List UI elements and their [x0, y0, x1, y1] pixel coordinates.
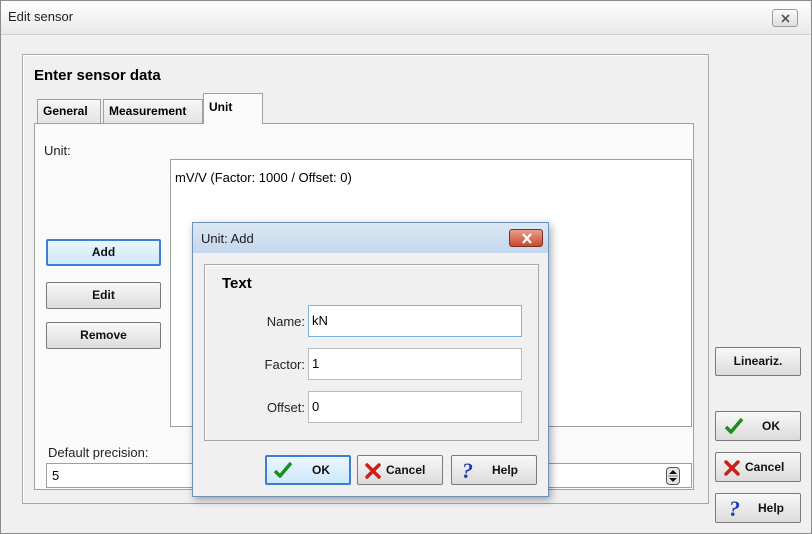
group-title: Text: [222, 275, 252, 292]
name-label: Name:: [266, 314, 305, 329]
tab-general[interactable]: General: [37, 99, 101, 123]
window-close-button[interactable]: [772, 9, 798, 27]
add-button[interactable]: Add: [46, 239, 161, 266]
close-icon: [781, 14, 790, 23]
dialog-cancel-label: Cancel: [386, 463, 426, 477]
factor-field[interactable]: 1: [308, 348, 522, 380]
dialog-help-label: Help: [492, 463, 519, 477]
checkmark-icon: [273, 461, 293, 482]
dialog-help-button[interactable]: ? Help: [451, 455, 537, 485]
close-icon: [522, 233, 532, 244]
help-button-label: Help: [758, 501, 785, 515]
panel-heading: Enter sensor data: [34, 67, 161, 84]
question-mark-icon: ?: [728, 496, 742, 522]
list-item[interactable]: mV/V (Factor: 1000 / Offset: 0): [175, 170, 352, 185]
checkmark-icon: [724, 417, 744, 438]
dialog-ok-label: OK: [312, 463, 330, 477]
precision-label: Default precision:: [48, 445, 149, 460]
tab-measurement[interactable]: Measurement: [103, 99, 203, 123]
stepper-arrows-icon: [668, 470, 678, 482]
edit-button[interactable]: Edit: [46, 282, 161, 309]
dialog-close-button[interactable]: [509, 229, 543, 247]
x-mark-icon: [724, 460, 740, 479]
offset-label: Offset:: [266, 400, 305, 415]
cancel-button[interactable]: Cancel: [715, 452, 801, 482]
question-mark-icon: ?: [461, 458, 475, 484]
x-mark-icon: [365, 463, 381, 482]
window-title: Edit sensor: [8, 9, 74, 24]
name-field[interactable]: kN: [308, 305, 522, 337]
offset-field[interactable]: 0: [308, 391, 522, 423]
dialog-ok-button[interactable]: OK: [265, 455, 351, 485]
ok-button[interactable]: OK: [715, 411, 801, 441]
dialog-title: Unit: Add: [201, 231, 254, 246]
help-button[interactable]: ? Help: [715, 493, 801, 523]
window-titlebar[interactable]: [1, 1, 810, 35]
ok-button-label: OK: [762, 419, 780, 433]
precision-stepper[interactable]: [666, 467, 680, 485]
dialog-cancel-button[interactable]: Cancel: [357, 455, 443, 485]
svg-text:?: ?: [462, 459, 473, 481]
unit-label: Unit:: [44, 143, 71, 158]
svg-text:?: ?: [729, 497, 740, 519]
factor-label: Factor:: [264, 357, 305, 372]
lineariz-button[interactable]: Lineariz.: [715, 347, 801, 376]
tab-unit[interactable]: Unit: [203, 93, 263, 124]
remove-button[interactable]: Remove: [46, 322, 161, 349]
cancel-button-label: Cancel: [745, 460, 785, 474]
